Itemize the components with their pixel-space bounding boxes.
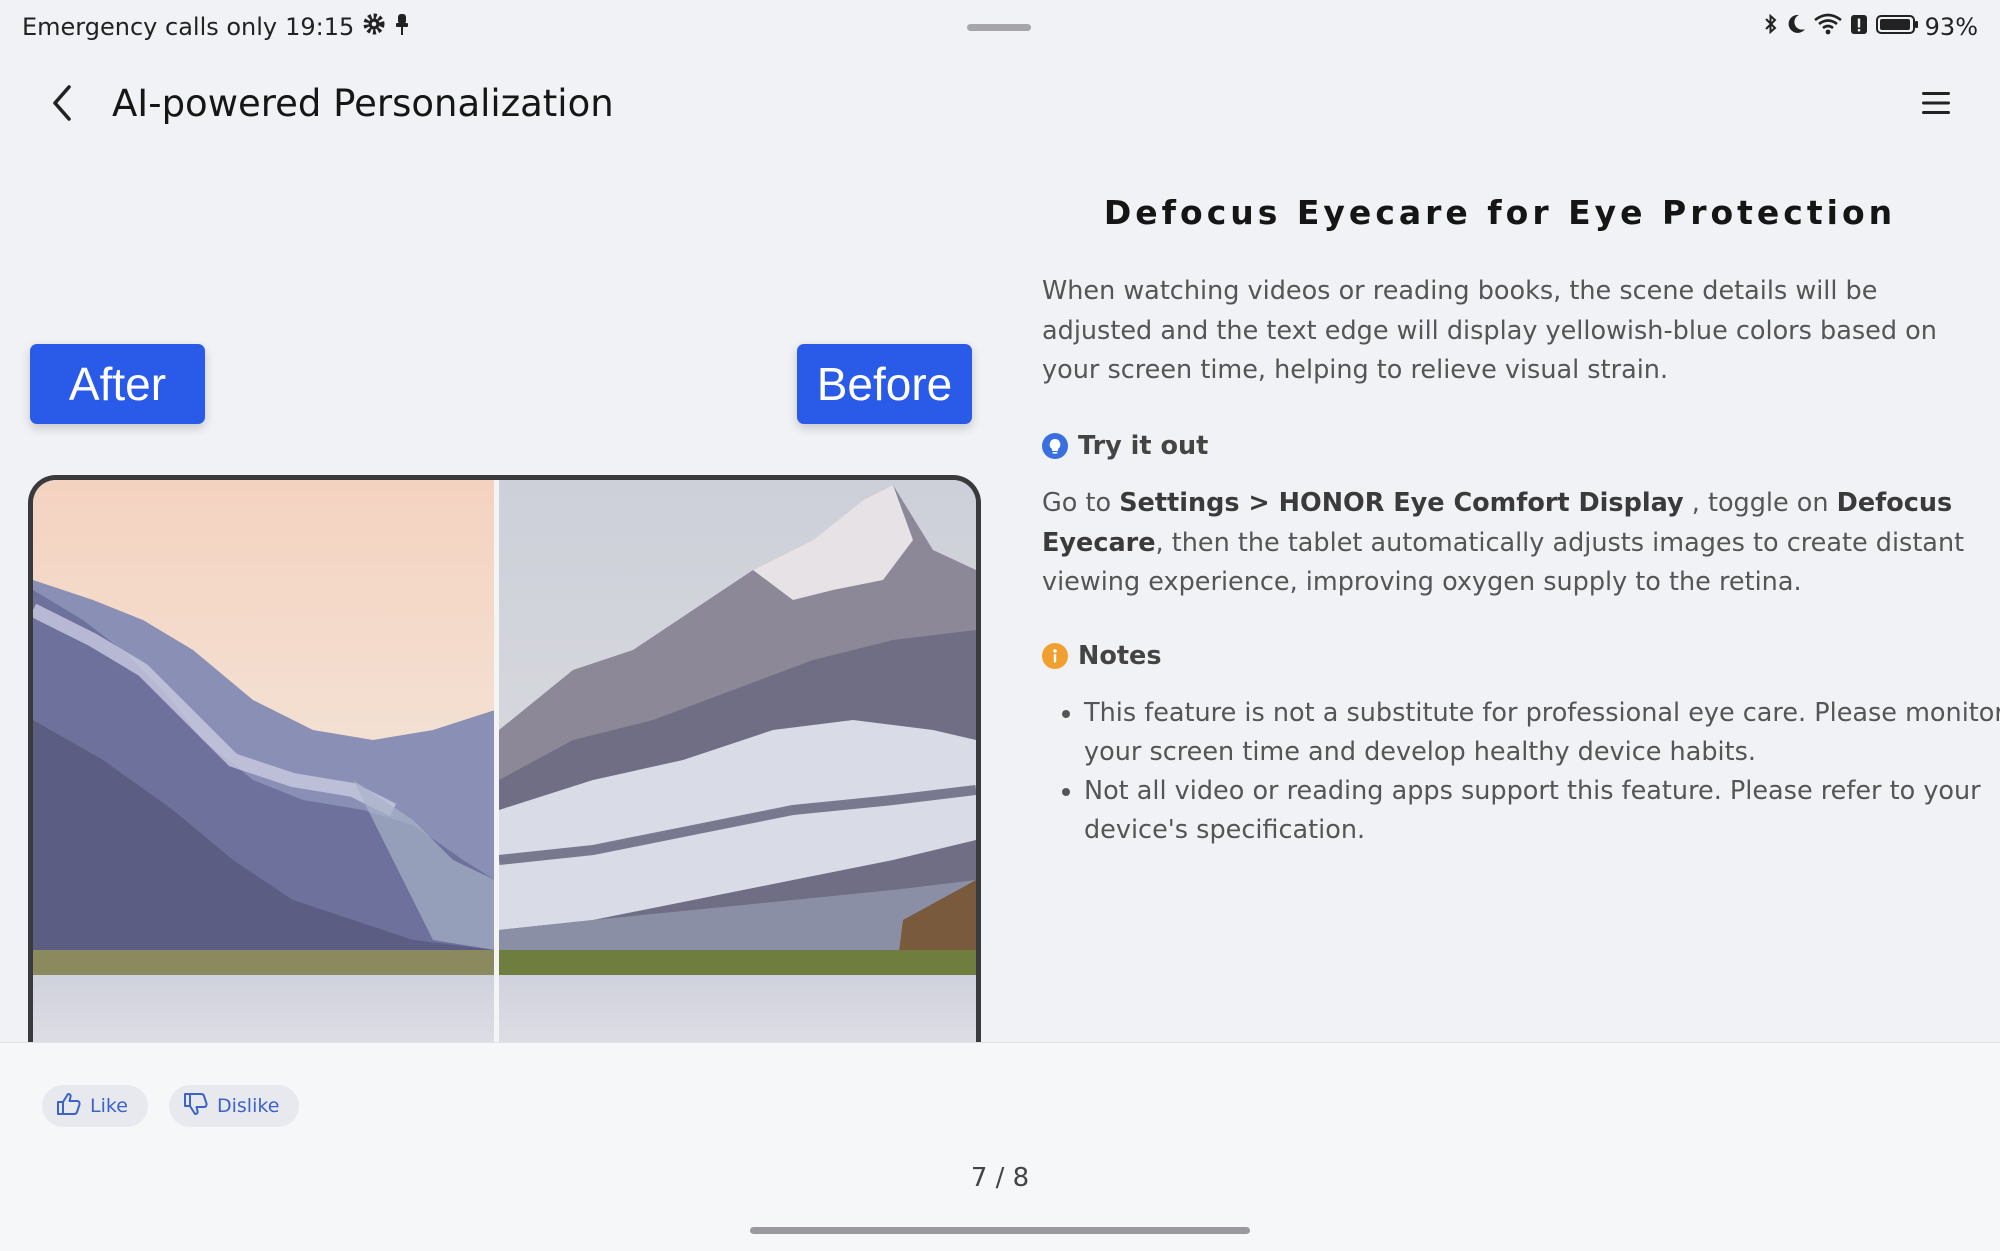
home-indicator[interactable] <box>750 1227 1250 1234</box>
try-it-out-label: Try it out <box>1078 431 1209 461</box>
lightbulb-icon <box>1042 433 1068 459</box>
try-text-prefix: Go to <box>1042 488 1120 518</box>
wifi-icon <box>1813 12 1843 42</box>
drag-handle[interactable] <box>967 24 1031 31</box>
feature-description: When watching videos or reading books, t… <box>1042 276 1937 385</box>
notes-list: This feature is not a substitute for pro… <box>1042 694 2000 850</box>
alert-icon <box>1849 12 1869 42</box>
battery-percent: 93% <box>1924 13 1978 41</box>
like-label: Like <box>90 1095 128 1117</box>
clock: 19:15 <box>285 13 355 41</box>
moon-icon <box>1785 12 1807 42</box>
page-title: AI-powered Personalization <box>112 82 614 125</box>
try-text-middle: , toggle on <box>1683 488 1837 518</box>
battery-icon <box>1875 12 1919 42</box>
like-button[interactable]: Like <box>42 1085 148 1127</box>
notes-heading: Notes <box>1042 641 1162 671</box>
pin-icon <box>394 12 410 42</box>
settings-path: Settings > HONOR Eye Comfort Display <box>1119 488 1684 518</box>
status-bar-right: 93% <box>1763 12 1978 42</box>
try-it-out-heading: Try it out <box>1042 431 1208 461</box>
comparison-image <box>28 475 981 1100</box>
before-label: Before <box>797 344 972 424</box>
hamburger-menu-icon <box>1921 89 1951 121</box>
footer-bar <box>0 1042 2000 1251</box>
thumbs-up-icon <box>56 1092 82 1121</box>
info-icon <box>1042 643 1068 669</box>
notes-label: Notes <box>1078 641 1162 671</box>
gear-icon <box>362 12 386 42</box>
feature-title: Defocus Eyecare for Eye Protection <box>1103 193 1897 232</box>
after-label: After <box>30 344 205 424</box>
try-it-out-text: Go to Settings > HONOR Eye Comfort Displ… <box>1042 484 1972 603</box>
page-indicator: 7 / 8 <box>970 1163 1030 1193</box>
menu-button[interactable] <box>1910 82 1962 128</box>
bluetooth-icon <box>1763 12 1779 42</box>
note-item: This feature is not a substitute for pro… <box>1084 694 2000 772</box>
note-item: Not all video or reading apps support th… <box>1084 772 2000 850</box>
dislike-label: Dislike <box>217 1095 280 1117</box>
status-bar-left: Emergency calls only 19:15 <box>22 12 410 42</box>
carrier-text: Emergency calls only <box>22 13 278 41</box>
thumbs-down-icon <box>183 1092 209 1121</box>
chevron-left-icon <box>49 83 75 127</box>
try-text-suffix: , then the tablet automatically adjusts … <box>1042 527 1965 598</box>
back-button[interactable] <box>40 80 84 130</box>
dislike-button[interactable]: Dislike <box>169 1085 300 1127</box>
mountain-landscape-image <box>33 480 976 1100</box>
